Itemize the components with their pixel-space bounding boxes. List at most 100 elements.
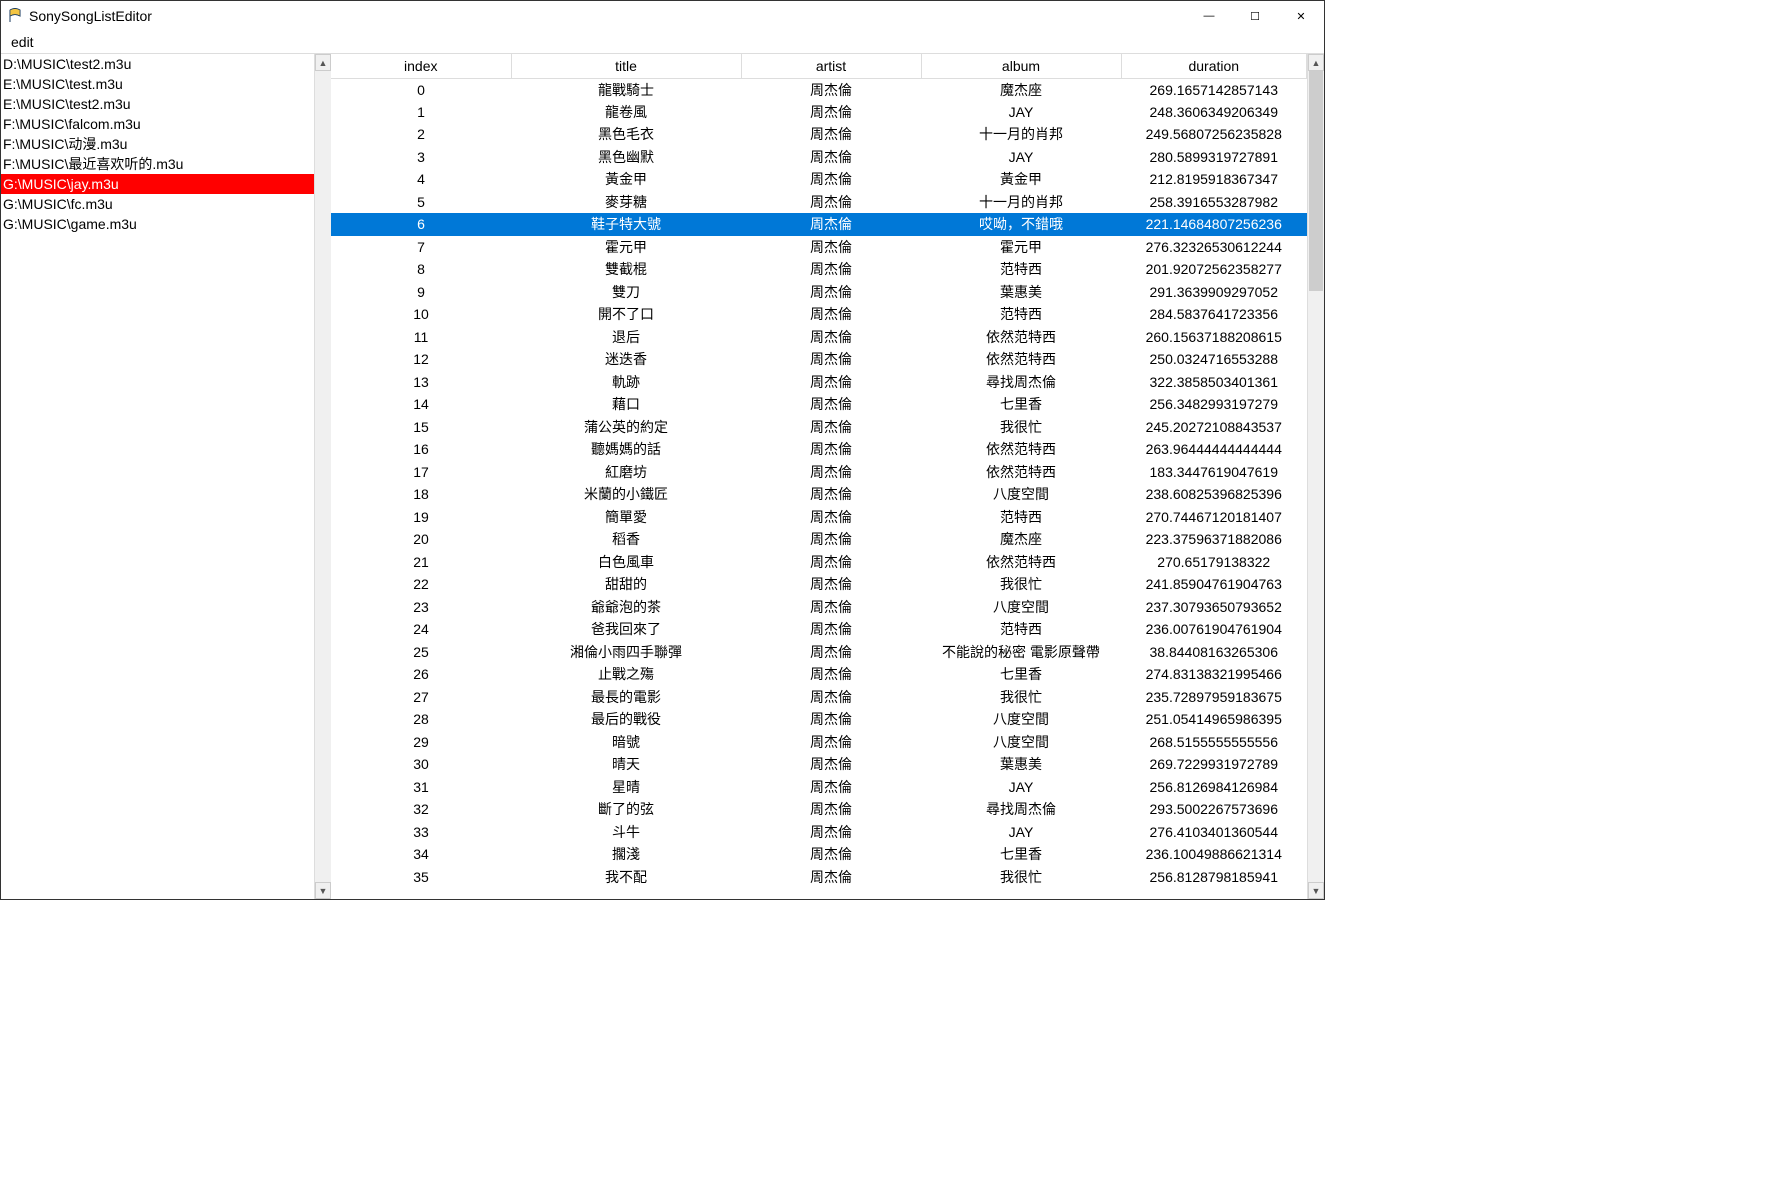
table-row[interactable]: 7霍元甲周杰倫霍元甲276.32326530612244 <box>331 236 1307 259</box>
cell-index: 28 <box>331 708 511 731</box>
playlist-item[interactable]: G:\MUSIC\jay.m3u <box>1 174 314 194</box>
col-header-duration[interactable]: duration <box>1121 54 1307 78</box>
table-row[interactable]: 29暗號周杰倫八度空間268.5155555555556 <box>331 731 1307 754</box>
table-row[interactable]: 14藉口周杰倫七里香256.3482993197279 <box>331 393 1307 416</box>
content-area: D:\MUSIC\test2.m3uE:\MUSIC\test.m3uE:\MU… <box>1 53 1324 899</box>
cell-title: 黑色毛衣 <box>511 123 741 146</box>
menubar: edit <box>1 31 1324 53</box>
table-row[interactable]: 13軌跡周杰倫尋找周杰倫322.3858503401361 <box>331 371 1307 394</box>
col-header-title[interactable]: title <box>511 54 741 78</box>
cell-duration: 268.5155555555556 <box>1121 731 1307 754</box>
playlist-item[interactable]: G:\MUSIC\game.m3u <box>1 214 314 234</box>
playlist-list[interactable]: D:\MUSIC\test2.m3uE:\MUSIC\test.m3uE:\MU… <box>1 54 314 899</box>
cell-album: 八度空間 <box>921 708 1121 731</box>
cell-title: 蒲公英的約定 <box>511 416 741 439</box>
cell-album: 七里香 <box>921 843 1121 866</box>
table-scrollbar[interactable]: ▲ ▼ <box>1307 54 1324 899</box>
col-header-artist[interactable]: artist <box>741 54 921 78</box>
table-row[interactable]: 22甜甜的周杰倫我很忙241.85904761904763 <box>331 573 1307 596</box>
cell-artist: 周杰倫 <box>741 663 921 686</box>
cell-album: 依然范特西 <box>921 348 1121 371</box>
table-row[interactable]: 12迷迭香周杰倫依然范特西250.0324716553288 <box>331 348 1307 371</box>
cell-index: 6 <box>331 213 511 236</box>
scroll-up-icon[interactable]: ▲ <box>315 54 331 71</box>
cell-index: 14 <box>331 393 511 416</box>
table-row[interactable]: 10開不了口周杰倫范特西284.5837641723356 <box>331 303 1307 326</box>
table-row[interactable]: 25湘倫小雨四手聯彈周杰倫不能說的秘密 電影原聲帶38.844081632653… <box>331 641 1307 664</box>
table-row[interactable]: 17紅磨坊周杰倫依然范特西183.3447619047619 <box>331 461 1307 484</box>
table-row[interactable]: 5麥芽糖周杰倫十一月的肖邦258.3916553287982 <box>331 191 1307 214</box>
cell-album: 尋找周杰倫 <box>921 371 1121 394</box>
cell-artist: 周杰倫 <box>741 258 921 281</box>
song-table-area: index title artist album duration 0龍戰騎士周… <box>331 54 1324 899</box>
scroll-down-icon[interactable]: ▼ <box>315 882 331 899</box>
playlist-item[interactable]: D:\MUSIC\test2.m3u <box>1 54 314 74</box>
cell-artist: 周杰倫 <box>741 596 921 619</box>
table-row[interactable]: 6鞋子特大號周杰倫哎呦，不錯哦221.14684807256236 <box>331 213 1307 236</box>
table-row[interactable]: 15蒲公英的約定周杰倫我很忙245.20272108843537 <box>331 416 1307 439</box>
table-row[interactable]: 33斗牛周杰倫JAY276.4103401360544 <box>331 821 1307 844</box>
close-button[interactable]: ✕ <box>1278 1 1324 31</box>
table-row[interactable]: 4黃金甲周杰倫黃金甲212.8195918367347 <box>331 168 1307 191</box>
minimize-button[interactable]: — <box>1186 1 1232 31</box>
app-window: SonySongListEditor — ☐ ✕ edit D:\MUSIC\t… <box>0 0 1325 900</box>
playlist-item[interactable]: F:\MUSIC\falcom.m3u <box>1 114 314 134</box>
table-row[interactable]: 31星晴周杰倫JAY256.8126984126984 <box>331 776 1307 799</box>
cell-artist: 周杰倫 <box>741 123 921 146</box>
scroll-up-icon[interactable]: ▲ <box>1308 54 1324 71</box>
cell-title: 斷了的弦 <box>511 798 741 821</box>
cell-title: 爸我回來了 <box>511 618 741 641</box>
cell-artist: 周杰倫 <box>741 753 921 776</box>
sidebar-scrollbar[interactable]: ▲ ▼ <box>314 54 331 899</box>
table-row[interactable]: 21白色風車周杰倫依然范特西270.65179138322 <box>331 551 1307 574</box>
table-row[interactable]: 27最長的電影周杰倫我很忙235.72897959183675 <box>331 686 1307 709</box>
scroll-down-icon[interactable]: ▼ <box>1308 882 1324 899</box>
cell-index: 15 <box>331 416 511 439</box>
cell-artist: 周杰倫 <box>741 866 921 889</box>
playlist-item[interactable]: F:\MUSIC\最近喜欢听的.m3u <box>1 154 314 174</box>
table-row[interactable]: 16聽媽媽的話周杰倫依然范特西263.96444444444444 <box>331 438 1307 461</box>
table-row[interactable]: 20稻香周杰倫魔杰座223.37596371882086 <box>331 528 1307 551</box>
cell-duration: 241.85904761904763 <box>1121 573 1307 596</box>
table-row[interactable]: 9雙刀周杰倫葉惠美291.3639909297052 <box>331 281 1307 304</box>
table-row[interactable]: 23爺爺泡的茶周杰倫八度空間237.30793650793652 <box>331 596 1307 619</box>
table-row[interactable]: 0龍戰騎士周杰倫魔杰座269.1657142857143 <box>331 78 1307 101</box>
cell-index: 19 <box>331 506 511 529</box>
app-icon <box>7 8 23 24</box>
playlist-item[interactable]: E:\MUSIC\test.m3u <box>1 74 314 94</box>
maximize-button[interactable]: ☐ <box>1232 1 1278 31</box>
cell-album: 不能說的秘密 電影原聲帶 <box>921 641 1121 664</box>
cell-title: 迷迭香 <box>511 348 741 371</box>
cell-index: 29 <box>331 731 511 754</box>
col-header-album[interactable]: album <box>921 54 1121 78</box>
playlist-item[interactable]: F:\MUSIC\动漫.m3u <box>1 134 314 154</box>
table-row[interactable]: 11退后周杰倫依然范特西260.15637188208615 <box>331 326 1307 349</box>
table-row[interactable]: 19簡單愛周杰倫范特西270.74467120181407 <box>331 506 1307 529</box>
cell-duration: 223.37596371882086 <box>1121 528 1307 551</box>
col-header-index[interactable]: index <box>331 54 511 78</box>
table-row[interactable]: 35我不配周杰倫我很忙256.8128798185941 <box>331 866 1307 889</box>
table-row[interactable]: 18米蘭的小鐵匠周杰倫八度空間238.60825396825396 <box>331 483 1307 506</box>
cell-artist: 周杰倫 <box>741 146 921 169</box>
table-row[interactable]: 26止戰之殤周杰倫七里香274.83138321995466 <box>331 663 1307 686</box>
table-row[interactable]: 30晴天周杰倫葉惠美269.7229931972789 <box>331 753 1307 776</box>
table-row[interactable]: 2黑色毛衣周杰倫十一月的肖邦249.56807256235828 <box>331 123 1307 146</box>
table-row[interactable]: 34擱淺周杰倫七里香236.10049886621314 <box>331 843 1307 866</box>
cell-title: 開不了口 <box>511 303 741 326</box>
cell-duration: 270.74467120181407 <box>1121 506 1307 529</box>
song-table[interactable]: index title artist album duration 0龍戰騎士周… <box>331 54 1307 888</box>
cell-artist: 周杰倫 <box>741 416 921 439</box>
table-row[interactable]: 24爸我回來了周杰倫范特西236.00761904761904 <box>331 618 1307 641</box>
cell-title: 稻香 <box>511 528 741 551</box>
table-row[interactable]: 3黑色幽默周杰倫JAY280.5899319727891 <box>331 146 1307 169</box>
table-row[interactable]: 32斷了的弦周杰倫尋找周杰倫293.5002267573696 <box>331 798 1307 821</box>
table-row[interactable]: 28最后的戰役周杰倫八度空間251.05414965986395 <box>331 708 1307 731</box>
playlist-item[interactable]: E:\MUSIC\test2.m3u <box>1 94 314 114</box>
table-row[interactable]: 1龍卷風周杰倫JAY248.3606349206349 <box>331 101 1307 124</box>
menu-edit[interactable]: edit <box>5 33 40 51</box>
scrollbar-thumb[interactable] <box>1309 71 1323 291</box>
cell-index: 5 <box>331 191 511 214</box>
cell-duration: 248.3606349206349 <box>1121 101 1307 124</box>
playlist-item[interactable]: G:\MUSIC\fc.m3u <box>1 194 314 214</box>
table-row[interactable]: 8雙截棍周杰倫范特西201.92072562358277 <box>331 258 1307 281</box>
